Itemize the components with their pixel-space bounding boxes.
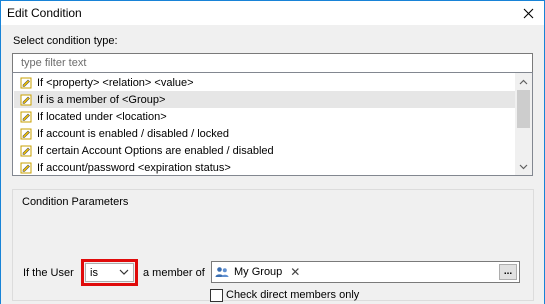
condition-parameters-title: Condition Parameters — [22, 196, 129, 208]
filter-input-box[interactable] — [12, 53, 533, 73]
condition-icon — [20, 145, 32, 156]
list-item-label: If located under <location> — [37, 110, 167, 123]
check-direct-members-checkbox[interactable] — [210, 289, 223, 302]
condition-icon — [20, 94, 32, 105]
filter-input[interactable] — [13, 54, 532, 72]
condition-icon — [20, 111, 32, 122]
if-the-user-label: If the User — [23, 267, 74, 279]
remove-group-icon[interactable]: ✕ — [290, 265, 300, 279]
condition-icon — [20, 128, 32, 139]
scroll-thumb[interactable] — [517, 90, 530, 128]
relation-value: is — [90, 266, 98, 279]
group-icon — [215, 267, 229, 277]
list-item-selected[interactable]: If is a member of <Group> — [14, 91, 516, 108]
list-item[interactable]: If certain Account Options are enabled /… — [14, 142, 516, 159]
condition-type-label: Select condition type: — [13, 35, 118, 47]
condition-type-list[interactable]: If <property> <relation> <value> If is a… — [12, 72, 533, 176]
dialog-title: Edit Condition — [7, 6, 82, 20]
list-item[interactable]: If account/password <expiration status> — [14, 159, 516, 175]
scroll-down-button[interactable] — [515, 158, 532, 175]
highlight-box: is — [81, 259, 138, 286]
close-icon — [523, 8, 533, 18]
list-item[interactable]: If located under <location> — [14, 108, 516, 125]
scroll-up-button[interactable] — [515, 73, 532, 90]
member-of-label: a member of — [143, 267, 205, 279]
browse-button[interactable]: ... — [499, 264, 517, 280]
list-item-label: If account is enabled / disabled / locke… — [37, 127, 230, 140]
list-item[interactable]: If <property> <relation> <value> — [14, 74, 516, 91]
title-bar: Edit Condition — [1, 1, 544, 25]
list-scrollbar[interactable] — [515, 73, 532, 175]
chevron-down-icon — [519, 164, 528, 169]
condition-icon — [20, 162, 32, 173]
condition-icon — [20, 77, 32, 88]
edit-condition-dialog: Edit Condition Select condition type: If… — [0, 0, 545, 304]
list-item-label: If certain Account Options are enabled /… — [37, 144, 274, 157]
chevron-down-icon — [119, 269, 129, 275]
close-button[interactable] — [513, 3, 543, 23]
list-item[interactable]: If account is enabled / disabled / locke… — [14, 125, 516, 142]
check-direct-members-label: Check direct members only — [226, 289, 360, 301]
group-chip: My Group ✕ — [215, 264, 300, 280]
relation-dropdown[interactable]: is — [85, 263, 134, 282]
group-chip-label: My Group — [234, 266, 283, 278]
chevron-up-icon — [519, 79, 528, 84]
list-item-label: If account/password <expiration status> — [37, 161, 231, 174]
list-item-label: If is a member of <Group> — [37, 93, 166, 106]
list-item-label: If <property> <relation> <value> — [37, 76, 194, 89]
group-picker[interactable]: My Group ✕ ... — [211, 261, 520, 283]
